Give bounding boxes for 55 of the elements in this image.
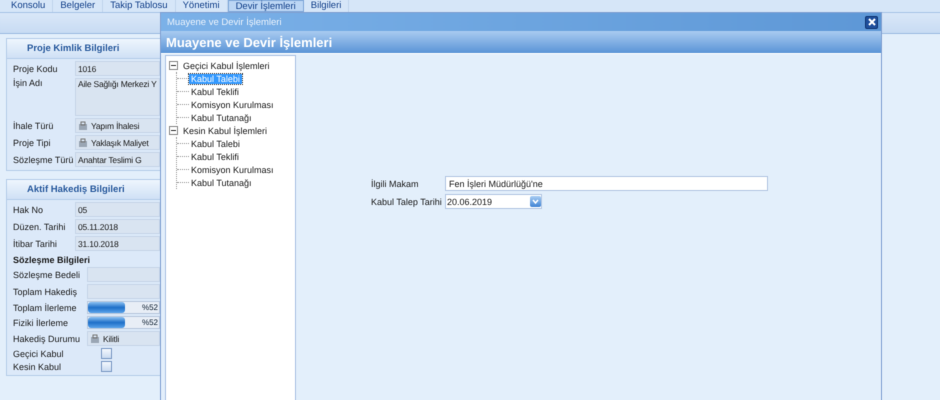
tree-item[interactable]: Kabul Teklifi <box>189 152 241 162</box>
field-label: İşin Adı <box>13 78 44 88</box>
field-label: İtibar Tarihi <box>13 238 58 248</box>
field-label: Proje Tipi <box>13 138 52 148</box>
field-label: Kesin Kabul <box>13 362 62 372</box>
tree-item[interactable]: Kabul Teklifi <box>189 86 241 96</box>
progress-reading: %52 <box>142 317 158 328</box>
text-field[interactable]: 1016 <box>75 61 160 76</box>
field-label: Kabul Talep Tarihi <box>371 196 443 206</box>
text-field[interactable]: Aile Sağlığı Merkezi Y <box>75 78 160 116</box>
value-field: Yapım İhalesi <box>75 118 160 133</box>
menu-tab[interactable]: Devir İşlemleri <box>228 0 304 12</box>
text-field[interactable]: Fen İşleri Müdürlüğü'ne <box>445 176 768 191</box>
tree-item[interactable]: Komisyon Kurulması <box>189 100 276 110</box>
checkbox[interactable] <box>101 361 112 372</box>
value-field: Yaklaşık Maliyet <box>75 135 160 150</box>
field-label: Hakediş Durumu <box>13 334 82 344</box>
text-field[interactable]: 31.10.2018 <box>75 236 160 251</box>
field-label: İhale Türü <box>13 120 54 130</box>
value-field: Kilitli <box>87 331 160 346</box>
tree-item[interactable]: Kabul Tutanağı <box>189 178 254 188</box>
tree-item[interactable]: Kabul Tutanağı <box>189 112 254 122</box>
checkbox[interactable] <box>101 348 112 359</box>
menu-tab[interactable]: Belgeler <box>53 0 104 12</box>
tree-item[interactable]: Kabul Talebi <box>189 138 242 148</box>
tree-item[interactable]: Geçici Kabul İşlemleri <box>181 60 272 70</box>
section-title: Sözleşme Bilgileri <box>12 254 92 265</box>
tree-item[interactable]: Komisyon Kurulması <box>189 164 276 174</box>
field-label: Sözleşme Türü <box>13 154 73 164</box>
field-label: Düzen. Tarihi <box>13 222 66 232</box>
dialog-header: Muayene ve Devir İşlemleri <box>161 31 881 54</box>
dropdown-icon[interactable] <box>530 196 541 207</box>
panel-title: Proje Kimlik Bilgileri <box>7 39 160 59</box>
collapse-icon[interactable] <box>169 126 178 135</box>
field-label: Fiziki İlerleme <box>13 318 70 328</box>
field-label: Sözleşme Bedeli <box>13 270 82 280</box>
panel-title: Aktif Hakediş Bilgileri <box>7 180 160 200</box>
window-title: Muayene ve Devir İşlemleri <box>167 16 282 28</box>
date-field[interactable]: 20.06.2019 <box>445 194 542 209</box>
field-label: Toplam İlerleme <box>13 302 78 312</box>
field-label: Toplam Hakediş <box>13 286 78 296</box>
text-field[interactable] <box>87 267 160 282</box>
field-label: Geçici Kabul <box>13 348 65 358</box>
tree-item[interactable]: Kesin Kabul İşlemleri <box>181 126 270 136</box>
close-button[interactable] <box>865 16 878 28</box>
progress-reading: %52 <box>142 302 158 313</box>
menu-tab[interactable]: Konsolu <box>4 0 54 12</box>
field-label: İlgili Makam <box>371 178 420 188</box>
text-field[interactable] <box>87 284 160 299</box>
text-field[interactable]: Anahtar Teslimi G <box>75 152 160 167</box>
field-label: Hak No <box>13 204 44 214</box>
field-label: Proje Kodu <box>13 64 59 74</box>
text-field[interactable]: 05.11.2018 <box>75 219 160 234</box>
text-field[interactable]: 05 <box>75 202 160 217</box>
collapse-icon[interactable] <box>169 61 178 70</box>
